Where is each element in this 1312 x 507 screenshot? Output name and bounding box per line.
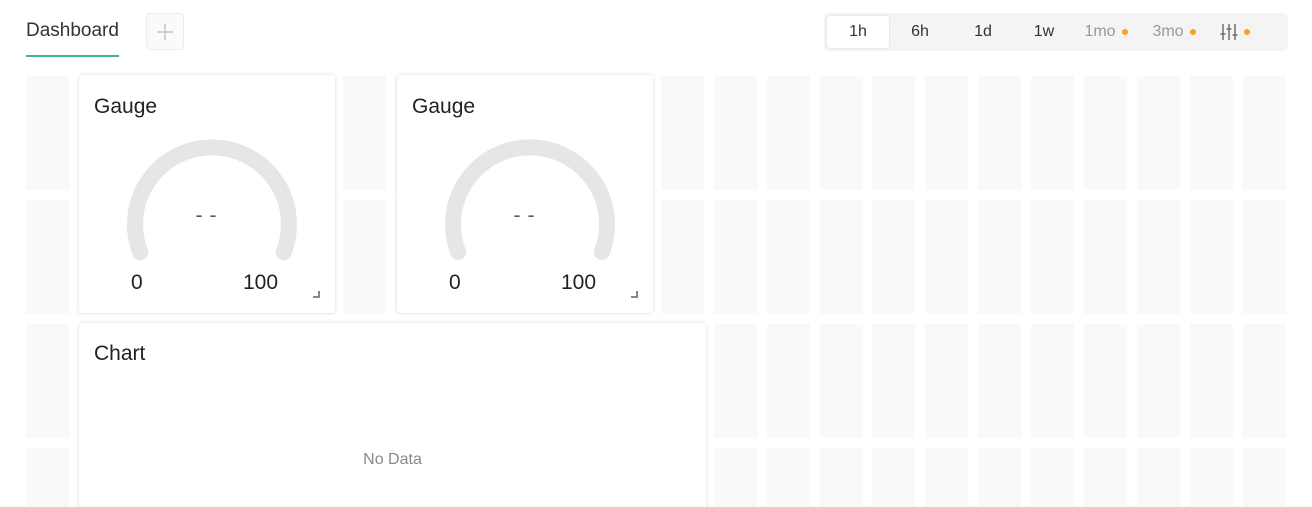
range-1mo-button[interactable]: 1mo	[1073, 16, 1139, 48]
grid-cell	[978, 324, 1021, 438]
gauge-min-label: 0	[131, 271, 143, 294]
range-1d-label: 1d	[974, 23, 992, 40]
gauge-arc	[445, 139, 615, 261]
gauge-value: --	[510, 203, 540, 227]
grid-cell	[1137, 448, 1180, 507]
range-6h-button[interactable]: 6h	[889, 16, 951, 48]
resize-handle-icon[interactable]	[313, 291, 320, 298]
grid-cell	[872, 200, 915, 314]
no-data-message: No Data	[363, 451, 422, 468]
grid-cell	[714, 200, 757, 314]
grid-cell	[820, 324, 863, 438]
grid-cell	[1243, 324, 1286, 438]
gauge-min-label: 0	[449, 271, 461, 294]
premium-dot-icon	[1121, 29, 1128, 35]
grid-cell	[820, 200, 863, 314]
grid-cell	[1190, 200, 1233, 314]
grid-cell	[1084, 324, 1127, 438]
premium-dot-icon	[1244, 29, 1250, 35]
grid-cell	[925, 448, 968, 507]
chart-widget[interactable]: Chart No Data	[79, 323, 706, 507]
grid-cell	[978, 76, 1021, 190]
resize-handle-icon[interactable]	[631, 291, 638, 298]
gauge-value: --	[192, 203, 222, 227]
range-6h-label: 6h	[911, 23, 929, 40]
range-1w-button[interactable]: 1w	[1015, 16, 1073, 48]
grid-cell	[1084, 448, 1127, 507]
range-3mo-label: 3mo	[1152, 23, 1184, 40]
time-range-selector: 1h 6h 1d 1w 1mo 3mo	[824, 13, 1288, 51]
grid-cell	[26, 200, 69, 314]
grid-cell	[1031, 324, 1074, 438]
grid-cell	[1031, 76, 1074, 190]
grid-cell	[1137, 76, 1180, 190]
grid-cell	[872, 448, 915, 507]
sliders-icon	[1220, 24, 1238, 40]
grid-cell	[714, 448, 757, 507]
grid-cell	[820, 76, 863, 190]
grid-cell	[1190, 76, 1233, 190]
grid-cell	[1084, 76, 1127, 190]
tab-dashboard[interactable]: Dashboard	[26, 14, 119, 57]
grid-cell	[820, 448, 863, 507]
grid-cell	[872, 324, 915, 438]
gauge-widget-1[interactable]: Gauge -- 0 100	[79, 75, 335, 313]
range-3mo-button[interactable]: 3mo	[1139, 16, 1209, 48]
grid-cell	[978, 200, 1021, 314]
grid-cell	[767, 448, 810, 507]
grid-cell	[714, 76, 757, 190]
grid-cell	[1190, 324, 1233, 438]
grid-cell	[26, 76, 69, 190]
grid-cell	[925, 76, 968, 190]
grid-cell	[714, 324, 757, 438]
tab-dashboard-label: Dashboard	[26, 20, 119, 41]
grid-cell	[26, 324, 69, 438]
grid-cell	[1137, 200, 1180, 314]
grid-cell	[767, 76, 810, 190]
grid-cell	[1031, 200, 1074, 314]
grid-cell	[1243, 76, 1286, 190]
grid-cell	[343, 76, 386, 190]
range-1w-label: 1w	[1033, 23, 1055, 40]
grid-cell	[872, 76, 915, 190]
grid-cell	[1137, 324, 1180, 438]
dashboard-page: Dashboard 1h 6h 1d 1w 1mo 3mo Gauge -- 0…	[0, 0, 1312, 507]
gauge-arc	[127, 139, 297, 261]
add-tab-button[interactable]	[146, 13, 184, 50]
plus-icon	[157, 23, 173, 40]
grid-cell	[1084, 200, 1127, 314]
premium-dot-icon	[1189, 29, 1196, 35]
grid-cell	[26, 448, 69, 507]
custom-range-button[interactable]	[1209, 16, 1261, 48]
gauge-widget-2[interactable]: Gauge -- 0 100	[397, 75, 653, 313]
range-1h-label: 1h	[849, 23, 867, 40]
grid-cell	[1190, 448, 1233, 507]
grid-cell	[1243, 200, 1286, 314]
grid-cell	[661, 200, 704, 314]
grid-cell	[767, 200, 810, 314]
grid-cell	[978, 448, 1021, 507]
grid-cell	[1031, 448, 1074, 507]
grid-cell	[767, 324, 810, 438]
range-1h-button[interactable]: 1h	[827, 16, 889, 48]
range-1d-button[interactable]: 1d	[951, 16, 1015, 48]
grid-cell	[1243, 448, 1286, 507]
widget-title: Chart	[94, 342, 146, 365]
grid-cell	[925, 200, 968, 314]
range-1mo-label: 1mo	[1084, 23, 1116, 40]
grid-cell	[343, 200, 386, 314]
grid-cell	[661, 76, 704, 190]
gauge-max-label: 100	[561, 271, 597, 294]
gauge-max-label: 100	[243, 271, 279, 294]
grid-cell	[925, 324, 968, 438]
